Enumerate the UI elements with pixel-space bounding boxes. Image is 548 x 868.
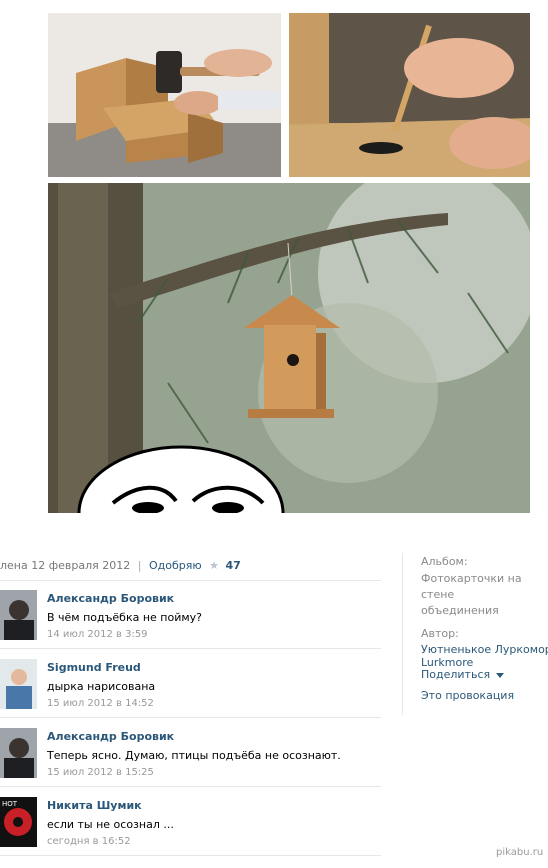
svg-text:HOT: HOT	[2, 800, 18, 808]
photo-painting[interactable]	[289, 13, 530, 177]
divider	[0, 717, 381, 718]
painting-illustration	[289, 13, 530, 177]
avatar[interactable]	[0, 590, 37, 640]
divider	[0, 648, 381, 649]
like-count[interactable]: 47	[225, 559, 240, 572]
report-link[interactable]: Это провокация	[421, 689, 514, 702]
meta-separator: |	[137, 559, 142, 572]
comment-author[interactable]: Александр Боровик	[47, 730, 174, 743]
photo-birdhouse-tree[interactable]	[48, 183, 530, 513]
avatar[interactable]	[0, 659, 37, 709]
avatar[interactable]: HOT	[0, 797, 37, 847]
divider	[0, 786, 381, 787]
comment-text: В чём подъёбка не пойму?	[47, 611, 203, 624]
comment-time[interactable]: 15 июл 2012 в 15:25	[47, 767, 154, 778]
watermark: pikabu.ru	[496, 847, 544, 858]
comment-author[interactable]: Александр Боровик	[47, 592, 174, 605]
comment: Sigmund Freud дырка нарисована 15 июл 20…	[0, 659, 381, 719]
comment-author[interactable]: Никита Шумик	[47, 799, 142, 812]
album-value[interactable]: Фотокарточки на стене	[421, 571, 548, 603]
album-value[interactable]: объединения	[421, 603, 548, 619]
column-divider	[402, 553, 403, 715]
post-meta: лена 12 февраля 2012 | Одобряю ★ 47	[0, 559, 241, 573]
share-label[interactable]: Поделиться	[421, 668, 490, 681]
chevron-down-icon[interactable]	[496, 672, 505, 678]
comment-text: Теперь ясно. Думаю, птицы подъёба не осо…	[47, 749, 341, 762]
share-button[interactable]: Поделиться	[421, 668, 505, 681]
birdhouse-tree-illustration	[48, 183, 530, 513]
comment: HOT Никита Шумик если ты не осознал ... …	[0, 797, 381, 857]
comment: Александр Боровик Теперь ясно. Думаю, пт…	[0, 728, 381, 788]
comment: Александр Боровик В чём подъёбка не пойм…	[0, 590, 381, 650]
comment-text: если ты не осознал ...	[47, 818, 174, 831]
divider	[0, 580, 381, 581]
post-date: лена 12 февраля 2012	[0, 559, 131, 572]
comment-author[interactable]: Sigmund Freud	[47, 661, 141, 674]
album-label: Альбом:	[421, 555, 468, 568]
photo-hammering[interactable]	[48, 13, 281, 177]
author-label: Автор:	[421, 627, 459, 640]
star-icon[interactable]: ★	[209, 559, 219, 572]
avatar[interactable]	[0, 728, 37, 778]
divider	[0, 855, 381, 856]
comment-time[interactable]: сегодня в 16:52	[47, 836, 131, 847]
comment-time[interactable]: 15 июл 2012 в 14:52	[47, 698, 154, 709]
comment-text: дырка нарисована	[47, 680, 156, 693]
like-button[interactable]: Одобряю	[149, 559, 202, 572]
comment-time[interactable]: 14 июл 2012 в 3:59	[47, 629, 148, 640]
photo-collage[interactable]	[48, 13, 530, 513]
photo-info-panel: Альбом: Фотокарточки на стене объединени…	[421, 555, 548, 669]
hammering-illustration	[48, 13, 281, 177]
author-link[interactable]: Уютненькое Луркоморье	[421, 643, 548, 656]
